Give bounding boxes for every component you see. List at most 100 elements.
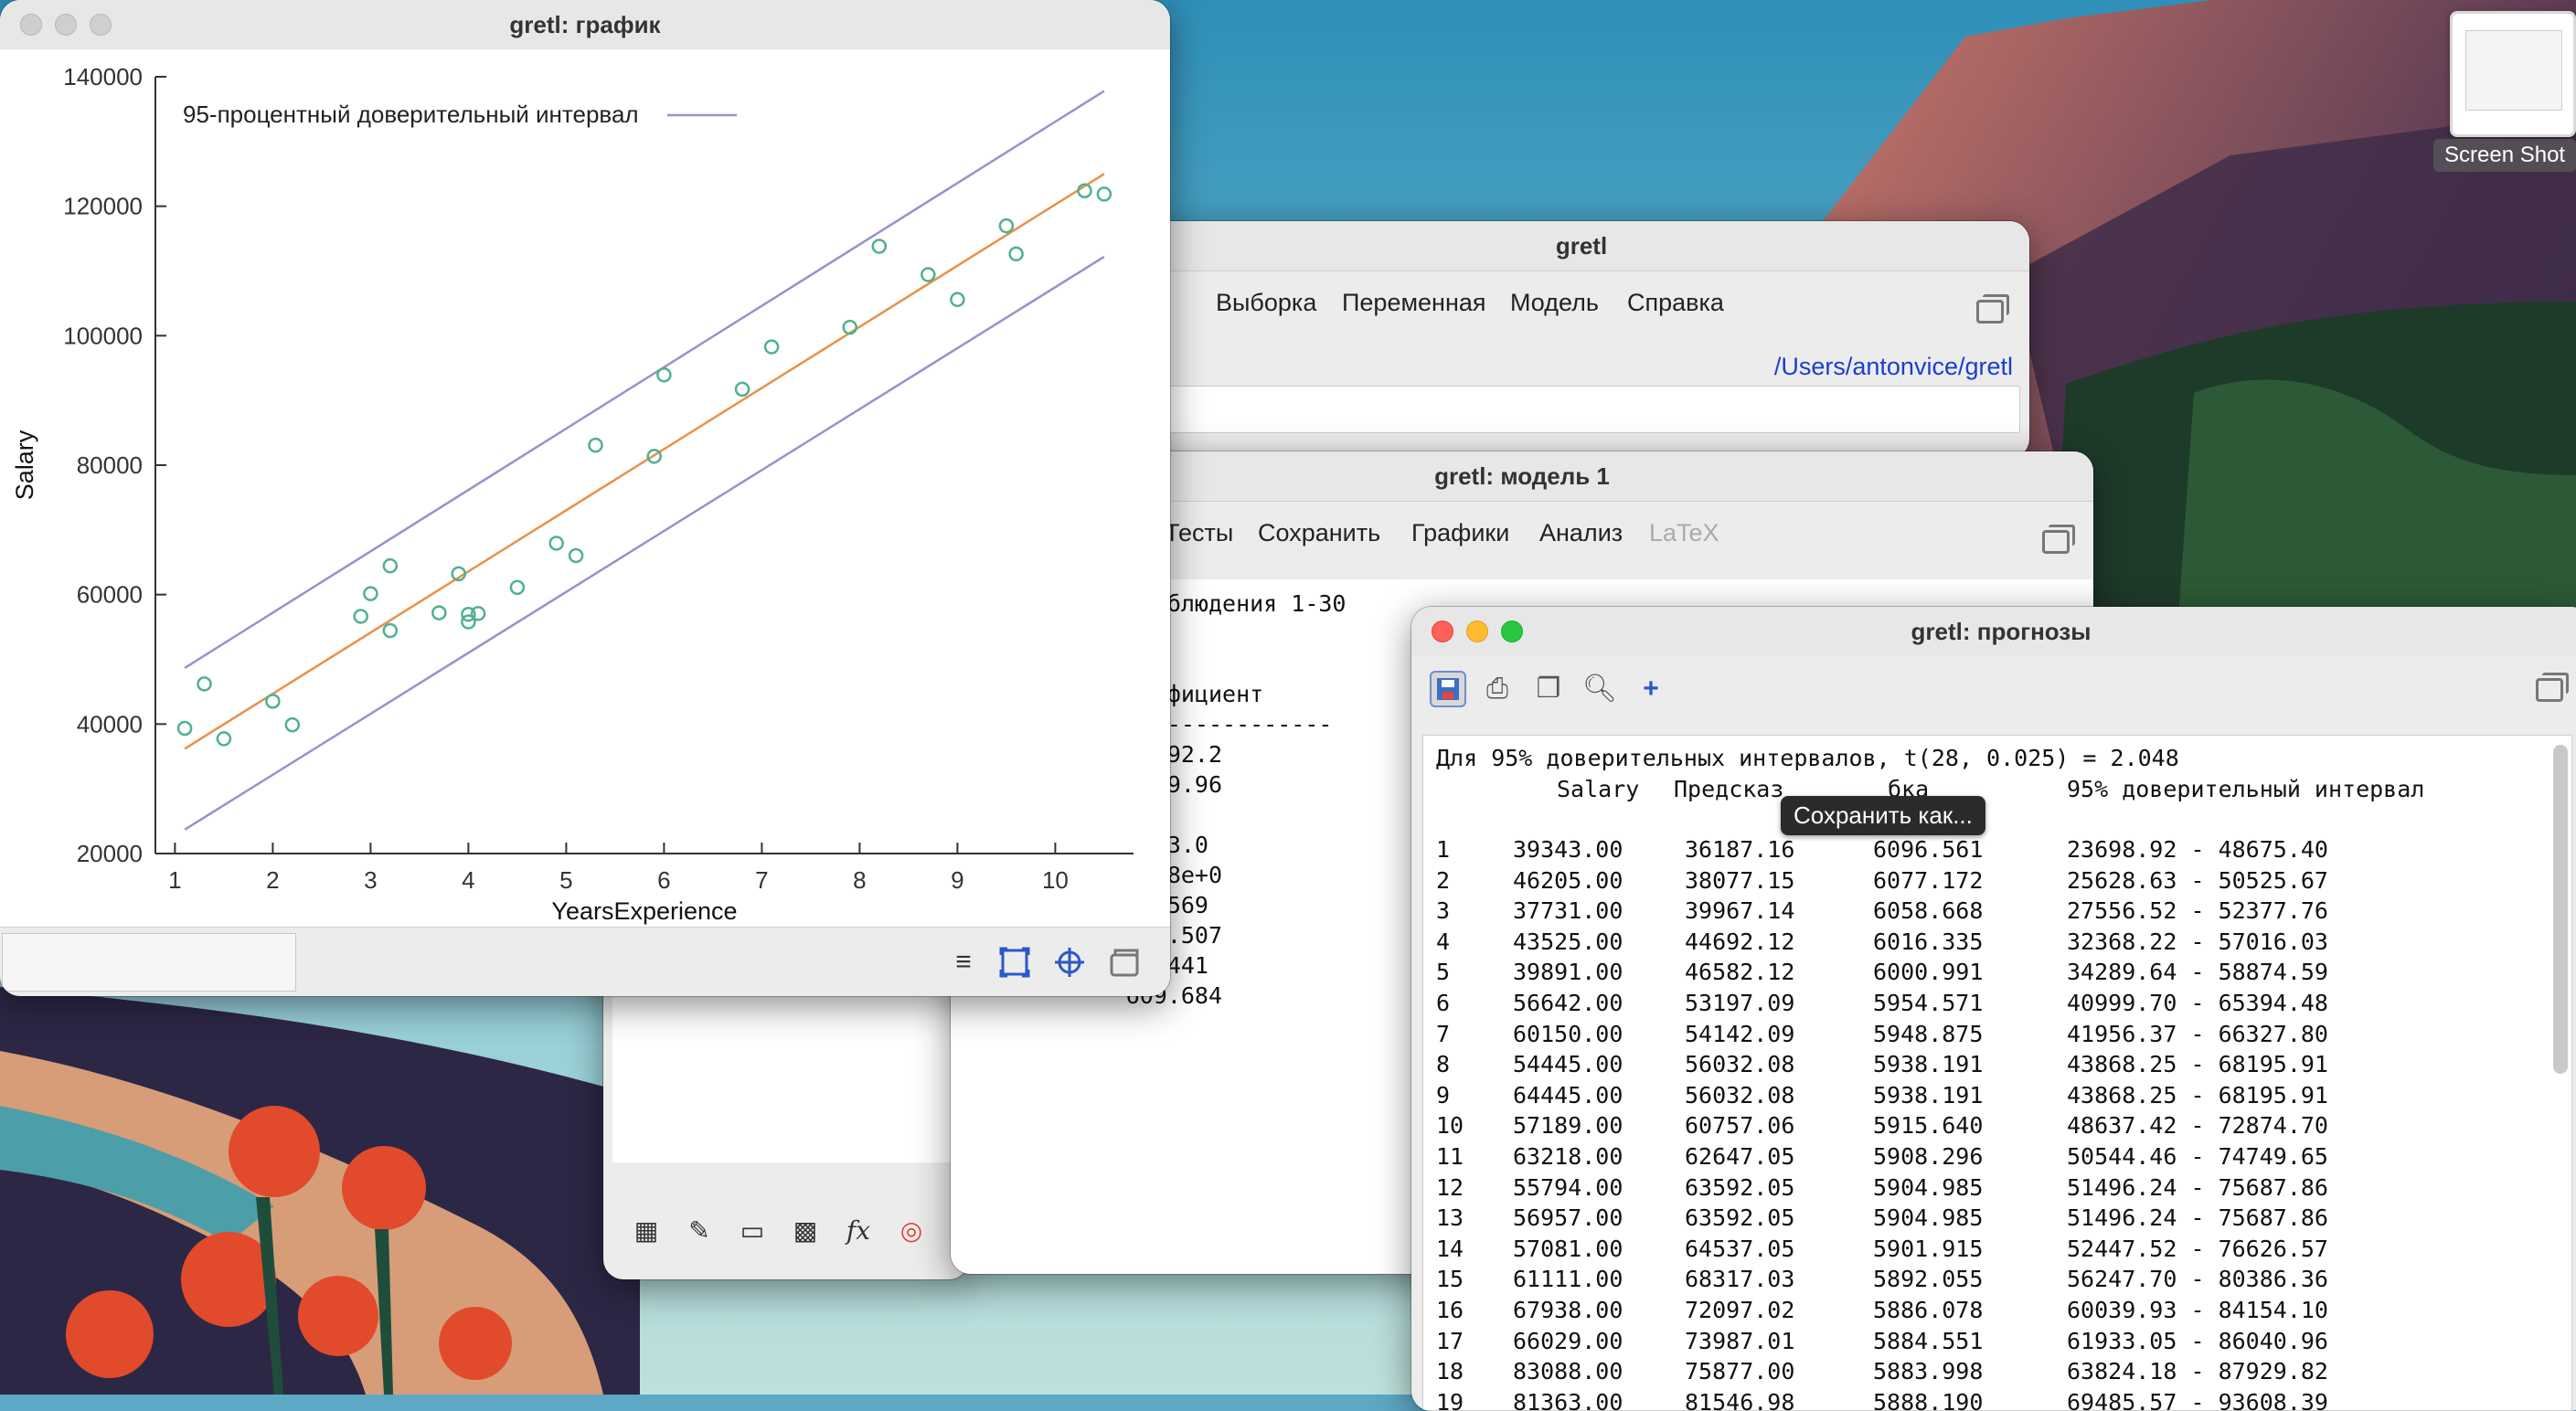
menu-model[interactable]: Модель [1510,289,1599,317]
x-tick-label: 1 [168,866,181,894]
row-ci: 60039.93 - 84154.10 [2067,1297,2328,1323]
copy-window-icon[interactable] [1108,946,1141,979]
row-ci: 51496.24 - 75687.86 [2067,1204,2328,1232]
row-index: 16 [1436,1297,1464,1323]
row-ci: 43868.25 - 68195.91 [2067,1051,2328,1078]
window-copy-icon[interactable] [2536,673,2569,702]
row-index: 3 [1436,897,1451,925]
y-tick-label: 120000 [63,193,143,220]
menu-analysis[interactable]: Анализ [1539,519,1623,547]
plot-titlebar: gretl: график [0,0,1170,50]
x-tick-label: 6 [657,866,670,894]
row-index: 8 [1436,1051,1451,1078]
screenshot-label: Screen Shot [2433,139,2576,172]
plot-canvas[interactable]: 20000 40000 60000 80000 100000 120000 140000 1 2… [0,49,1170,927]
row-std-error: 5938.191 [1873,1051,1984,1078]
data-point [382,622,399,639]
row-salary: 60150.00 [1513,1020,1623,1047]
data-point [921,267,936,282]
fx-icon[interactable]: fx [832,1215,885,1246]
menu-latex: LaTeX [1649,519,1719,546]
row-salary: 56642.00 [1513,990,1623,1016]
forecast-output: Для 95% доверительных интервалов, t(28, … [1422,735,2572,1411]
row-std-error: 5954.571 [1873,990,1984,1016]
row-prediction: 64537.05 [1685,1235,1795,1262]
row-prediction: 36187.16 [1685,836,1795,863]
menu-graphs[interactable]: Графики [1411,519,1509,547]
calculator-icon[interactable]: ▦ [620,1215,673,1246]
crosshair-icon[interactable] [1053,946,1086,979]
copy-icon[interactable]: ❐ [1530,671,1567,707]
row-ci: 48637.42 - 72874.70 [2067,1112,2328,1140]
row-ci: 69485.57 - 93608.39 [2067,1388,2328,1411]
menu-help[interactable]: Справка [1627,289,1724,317]
window-copy-icon[interactable] [1976,294,2009,324]
data-point [216,731,232,747]
row-salary: 39891.00 [1513,959,1623,986]
data-point [197,676,212,692]
row-std-error: 5901.915 [1873,1235,1984,1262]
grid-icon[interactable]: ▩ [779,1215,832,1246]
row-prediction: 56032.08 [1685,1051,1795,1078]
add-icon[interactable]: + [1633,671,1669,707]
row-salary: 67938.00 [1513,1297,1623,1323]
data-point [265,694,281,709]
row-ci: 51496.24 - 75687.86 [2067,1173,2328,1201]
menu-icon[interactable]: ≡ [947,946,980,979]
data-point [353,609,368,624]
y-tick-label: 80000 [77,451,143,479]
row-std-error: 5886.078 [1873,1297,1984,1323]
print-icon[interactable]: ⎙ [1479,671,1516,707]
x-tick-label: 2 [266,866,279,894]
data-list-area [1134,386,2020,433]
save-as-tooltip: Сохранить как... [1781,796,1985,835]
row-index: 10 [1436,1112,1464,1140]
working-dir-path[interactable]: /Users/antonvice/gretl [1774,353,2013,381]
row-salary: 83088.00 [1513,1358,1623,1385]
row-std-error: 5904.985 [1873,1173,1984,1201]
gretl-plot-window: gretl: график 20000 40000 60000 80000 100000… [0,0,1170,996]
y-tick-label: 140000 [63,63,143,90]
row-prediction: 75877.00 [1685,1358,1795,1385]
row-index: 12 [1436,1173,1464,1201]
forecast-titlebar: gretl: прогнозы [1411,607,2576,657]
lifebuoy-icon[interactable]: ◎ [885,1215,938,1246]
y-axis-label: Salary [11,430,38,500]
forecast-toolbar: ⎙ ❐ 🔍︎ + [1411,656,2576,726]
menu-sample[interactable]: Выборка [1216,289,1316,317]
row-std-error: 6058.668 [1873,897,1984,925]
row-std-error: 5915.640 [1873,1112,1984,1140]
x-tick-label: 9 [951,866,963,894]
row-prediction: 38077.15 [1685,866,1795,894]
menu-save[interactable]: Сохранить [1258,519,1380,547]
data-point [382,557,399,574]
search-icon[interactable]: 🔍︎ [1581,671,1618,707]
row-salary: 57081.00 [1513,1235,1623,1262]
menu-variable[interactable]: Переменная [1342,289,1486,317]
row-ci: 43868.25 - 68195.91 [2067,1081,2328,1109]
data-point [509,579,526,596]
data-point [656,367,672,383]
menu-tests[interactable]: Тесты [1165,519,1233,547]
row-prediction: 81546.98 [1685,1388,1795,1411]
screenshot-thumbnail[interactable] [2450,11,2576,137]
data-point [734,381,750,398]
y-tick-label: 100000 [63,322,143,349]
edit-icon[interactable]: ✎ [673,1215,726,1246]
row-std-error: 5884.551 [1873,1327,1984,1354]
window-copy-icon[interactable] [2042,525,2075,554]
vertical-scrollbar[interactable] [2553,745,2568,1074]
row-std-error: 5938.191 [1873,1081,1984,1109]
row-ci: 25628.63 - 50525.67 [2067,866,2328,894]
row-ci: 34289.64 - 58874.59 [2067,959,2328,986]
data-point [1096,186,1112,202]
terminal-icon[interactable]: ▭ [726,1215,779,1246]
ci-header-line: Для 95% доверительных интервалов, t(28, … [1436,745,2179,771]
save-as-icon[interactable] [1430,671,1466,707]
zoom-fit-icon[interactable] [998,946,1031,979]
data-point [588,437,603,453]
row-std-error: 5883.998 [1873,1358,1984,1385]
row-ci: 52447.52 - 76626.57 [2067,1235,2328,1262]
row-salary: 63218.00 [1513,1143,1623,1170]
x-axis-label: YearsExperience [551,897,737,925]
